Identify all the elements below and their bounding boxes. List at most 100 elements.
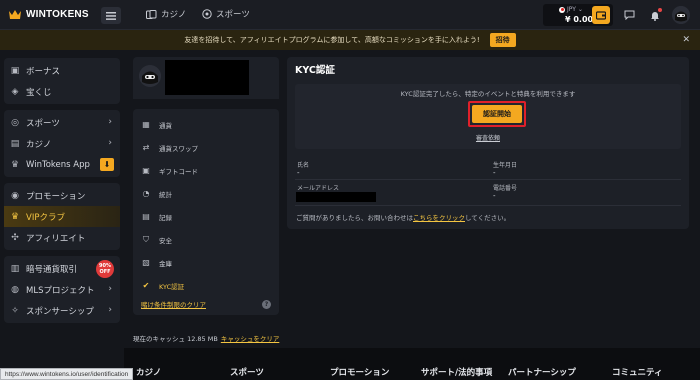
account-menu-item-records[interactable]: ▤ 記録 (133, 205, 279, 228)
chat-icon (624, 10, 634, 20)
sidebar-item-bonus[interactable]: ▣ ボーナス (4, 60, 120, 81)
sponsor-icon: ✧ (11, 305, 19, 316)
sidebar-item-label: アフィリエイト (26, 233, 86, 244)
account-menu-item-stats[interactable]: ◔ 統計 (133, 182, 279, 205)
nav-casino[interactable]: カジノ (146, 8, 186, 20)
kyc-description: KYC認証完了したら、特定のイベントと特典を利用できます (400, 90, 576, 98)
footer-community[interactable]: コミュニティ (612, 366, 663, 378)
sidebar-item-crypto-trading[interactable]: ▥ 暗号通貨取引 90% OFF (4, 258, 120, 279)
footer-support-legal[interactable]: サポート/法的事項 (421, 366, 492, 378)
sidebar-item-sponsorship[interactable]: ✧ スポンサーシップ › (4, 300, 120, 321)
sidebar-item-sports[interactable]: ◎ スポーツ › (4, 112, 120, 133)
footer-casino[interactable]: カジノ (136, 366, 161, 378)
sidebar-item-label: スポンサーシップ (26, 306, 94, 317)
sidebar-item-mls[interactable]: ◍ MLSプロジェクト › (4, 279, 120, 300)
chat-button[interactable] (622, 8, 636, 22)
sidebar-group-1: ▣ ボーナス ◈ 宝くじ (4, 58, 120, 104)
wallet-icon (596, 10, 606, 20)
sidebar-item-app[interactable]: ♛ WinTokens App ⬇ (4, 154, 120, 175)
footer-sports[interactable]: スポーツ (230, 366, 264, 378)
discount-badge: 90% OFF (96, 260, 114, 278)
sidebar-item-label: ボーナス (26, 66, 61, 77)
close-icon[interactable]: ✕ (682, 35, 690, 45)
account-menu-item-giftcode[interactable]: ▣ ギフトコード (133, 159, 279, 182)
logo[interactable]: WINTOKENS (8, 8, 89, 20)
clear-wager-link[interactable]: 賭け条件制限のクリア (141, 299, 206, 309)
help-icon[interactable]: ? (262, 299, 271, 309)
footer-partnership[interactable]: パートナーシップ (508, 366, 576, 378)
birthdate-label: 生年月日 (493, 162, 518, 169)
clear-cache-link[interactable]: キャッシュをクリア (221, 335, 280, 343)
sidebar-item-casino[interactable]: ▤ カジノ › (4, 133, 120, 154)
nav-sports-label: スポーツ (216, 10, 250, 20)
notification-button[interactable] (648, 8, 662, 22)
sports-icon (202, 9, 212, 19)
sidebar-item-label: WinTokens App (26, 159, 90, 170)
currency-label: JPY (567, 6, 576, 13)
sidebar-item-label: スポーツ (26, 118, 60, 129)
redacted-email (296, 192, 376, 202)
wallet-button[interactable] (592, 6, 610, 24)
phone-value: - (493, 192, 496, 200)
gift-icon: ▣ (10, 65, 20, 76)
sidebar-item-promotion[interactable]: ◉ プロモーション (4, 185, 120, 206)
help-text-prefix: ご質問がありましたら、お問い合わせは (296, 214, 413, 222)
account-menu-item-vault[interactable]: ▧ 金庫 (133, 251, 279, 274)
name-value: - (297, 169, 300, 177)
review-request-link[interactable]: 審査依頼 (295, 133, 681, 142)
kyc-icon: ✔ (142, 281, 150, 290)
balance-value: ¥ 0.00 (565, 15, 594, 24)
sidebar-item-label: カジノ (26, 139, 52, 150)
jpy-flag-icon (559, 6, 565, 13)
footer: カジノ スポーツ プロモーション サポート/法的事項 パートナーシップ コミュニ… (124, 348, 700, 380)
promotion-icon: ◉ (11, 190, 19, 201)
account-panel: ▦ 通貨 ⇄ 通貨スワップ ▣ ギフトコード ◔ 統計 ▤ 記録 ⛉ 安全 ▧ 金庫 ✔ KYC… (133, 57, 279, 347)
sidebar-group-4: ▥ 暗号通貨取引 90% OFF ◍ MLSプロジェクト › ✧ スポンサーシップ… (4, 256, 120, 323)
crown-icon: ♛ (10, 211, 20, 222)
sidebar-item-lottery[interactable]: ◈ 宝くじ (4, 81, 120, 102)
account-menu-label: 通貨 (159, 121, 172, 130)
sidebar-item-affiliate[interactable]: ✣ アフィリエイト (4, 227, 120, 248)
ninja-avatar-icon (672, 6, 690, 24)
account-menu-item-swap[interactable]: ⇄ 通貨スワップ (133, 136, 279, 159)
name-label: 氏名 (297, 162, 310, 169)
menu-toggle-button[interactable] (101, 7, 121, 24)
download-icon[interactable]: ⬇ (100, 158, 114, 171)
affiliate-icon: ✣ (11, 232, 19, 243)
vault-icon: ▧ (142, 258, 150, 267)
menu-icon (106, 11, 116, 20)
crown-logo-icon (8, 8, 22, 20)
cards-icon: ▤ (10, 138, 20, 149)
contact-link[interactable]: こちらをクリック (413, 214, 465, 222)
birthdate-value: - (493, 169, 496, 177)
account-menu: ▦ 通貨 ⇄ 通貨スワップ ▣ ギフトコード ◔ 統計 ▤ 記録 ⛉ 安全 ▧ 金庫 ✔ KYC… (133, 109, 279, 315)
invite-banner: 友達を招待して、アフィリエイトプログラムに参加して、高額なコミッションを手に入れ… (0, 30, 700, 50)
nav-casino-label: カジノ (161, 10, 187, 20)
invite-button[interactable]: 招待 (489, 33, 516, 47)
account-menu-label: 金庫 (159, 259, 172, 268)
sidebar-group-2: ◎ スポーツ › ▤ カジノ › ♛ WinTokens App ⬇ (4, 110, 120, 177)
divider (295, 179, 681, 180)
sidebar-item-vip[interactable]: ♛ VIPクラブ (4, 206, 120, 227)
kyc-button-highlight: 認証開始 (468, 101, 526, 127)
start-verification-button[interactable]: 認証開始 (472, 105, 522, 123)
app-icon: ♛ (10, 159, 20, 170)
phone-label: 電話番号 (493, 185, 518, 192)
sidebar-item-label: 暗号通貨取引 (26, 264, 78, 275)
account-menu-item-security[interactable]: ⛉ 安全 (133, 228, 279, 251)
chevron-right-icon: › (108, 138, 112, 148)
account-menu-label: 安全 (159, 236, 172, 245)
top-bar: WINTOKENS カジノ スポーツ JPY ⌄ ¥ 0.00 (0, 0, 700, 30)
avatar[interactable] (139, 65, 161, 87)
chevron-right-icon: › (108, 117, 112, 127)
account-menu-label: 統計 (159, 190, 172, 199)
sports-icon: ◎ (11, 117, 19, 128)
account-menu-item-currency[interactable]: ▦ 通貨 (133, 113, 279, 136)
footer-promotion[interactable]: プロモーション (330, 366, 389, 378)
records-icon: ▤ (142, 212, 150, 221)
user-avatar[interactable] (672, 6, 690, 24)
currency-selector[interactable]: JPY ⌄ (559, 6, 583, 13)
account-menu-item-kyc[interactable]: ✔ KYC認証 (133, 274, 279, 297)
lottery-icon: ◈ (11, 86, 19, 97)
nav-sports[interactable]: スポーツ (202, 8, 250, 20)
